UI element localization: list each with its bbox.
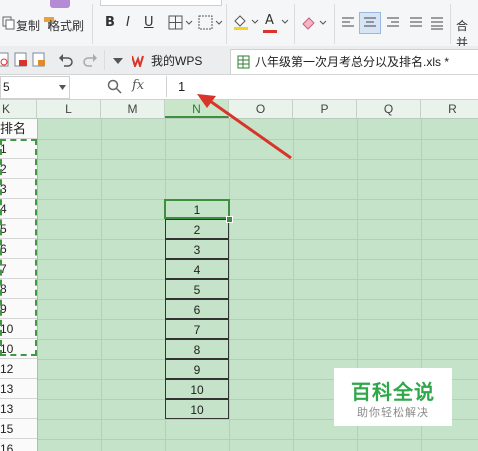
watermark-title: 百科全说 (351, 382, 435, 404)
watermark-subtitle: 助你轻松解决 (357, 407, 429, 419)
watermark-badge: 百科全说 助你轻松解决 (334, 368, 452, 426)
